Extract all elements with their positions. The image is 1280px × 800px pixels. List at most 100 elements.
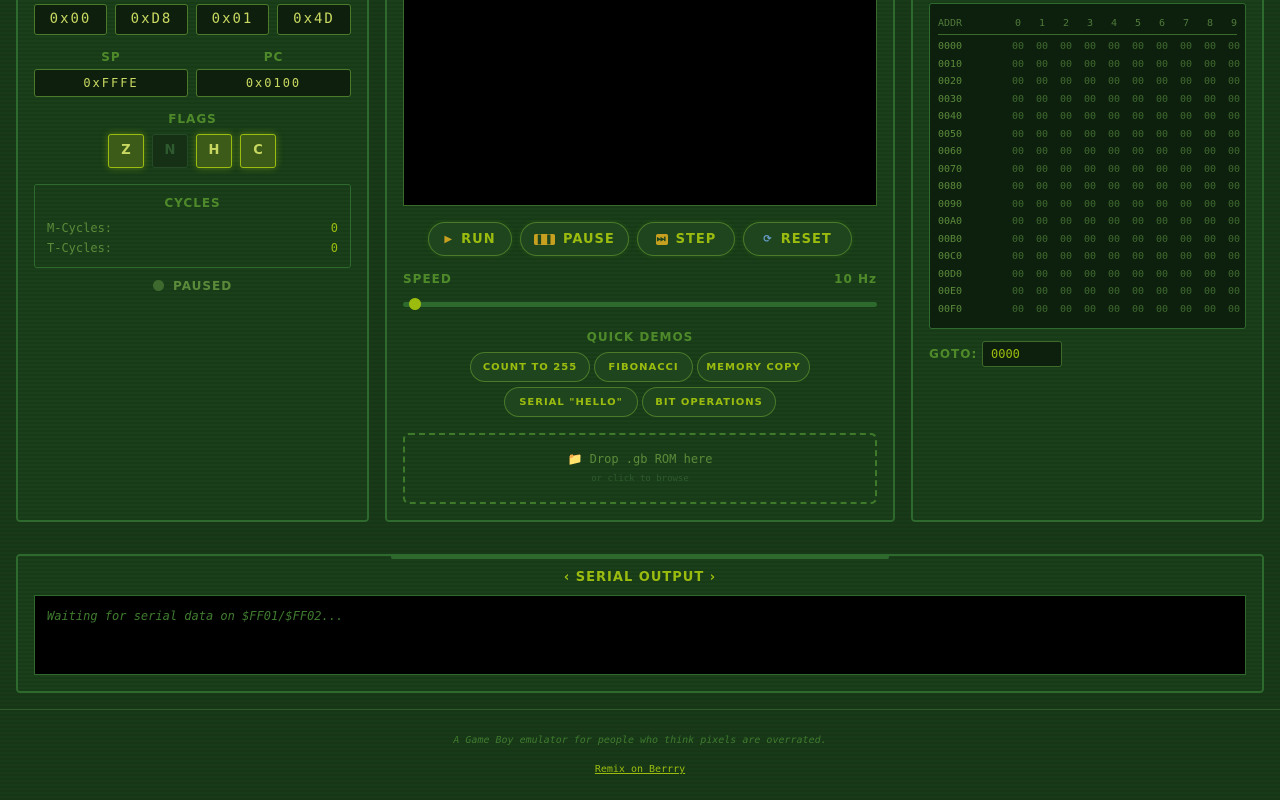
memory-cell[interactable]: 00 (1202, 41, 1218, 52)
demo-bit-operations-button[interactable]: BIT OPERATIONS (642, 387, 776, 417)
memory-cell[interactable]: 00 (1130, 94, 1146, 105)
memory-cell[interactable]: 00 (1130, 129, 1146, 140)
memory-cell[interactable]: 00 (1178, 234, 1194, 245)
memory-cell[interactable]: 00 (1082, 199, 1098, 210)
memory-cell[interactable]: 00 (1106, 304, 1122, 315)
memory-cell[interactable]: 00 (1202, 251, 1218, 262)
memory-cell[interactable]: 00 (1202, 129, 1218, 140)
memory-cell[interactable]: 00 (1178, 251, 1194, 262)
memory-cell[interactable]: 00 (1178, 146, 1194, 157)
memory-cell[interactable]: 00 (1082, 251, 1098, 262)
memory-cell[interactable]: 00 (1178, 304, 1194, 315)
memory-cell[interactable]: 00 (1034, 181, 1050, 192)
memory-cell[interactable]: 00 (1178, 181, 1194, 192)
memory-cell[interactable]: 00 (1058, 41, 1074, 52)
memory-cell[interactable]: 00 (1202, 181, 1218, 192)
memory-cell[interactable]: 00 (1082, 129, 1098, 140)
memory-cell[interactable]: 00 (1226, 111, 1242, 122)
memory-cell[interactable]: 00 (1082, 41, 1098, 52)
memory-cell[interactable]: 00 (1154, 216, 1170, 227)
memory-cell[interactable]: 00 (1202, 164, 1218, 175)
serial-resize-handle[interactable] (391, 555, 889, 559)
memory-cell[interactable]: 00 (1202, 111, 1218, 122)
memory-cell[interactable]: 00 (1058, 286, 1074, 297)
memory-cell[interactable]: 00 (1130, 76, 1146, 87)
memory-cell[interactable]: 00 (1226, 59, 1242, 70)
memory-cell[interactable]: 00 (1010, 199, 1026, 210)
memory-cell[interactable]: 00 (1154, 164, 1170, 175)
memory-cell[interactable]: 00 (1010, 41, 1026, 52)
memory-cell[interactable]: 00 (1034, 199, 1050, 210)
memory-cell[interactable]: 00 (1010, 59, 1026, 70)
demo-fibonacci-button[interactable]: FIBONACCI (594, 352, 693, 382)
memory-cell[interactable]: 00 (1034, 111, 1050, 122)
memory-cell[interactable]: 00 (1154, 94, 1170, 105)
memory-cell[interactable]: 00 (1154, 111, 1170, 122)
memory-cell[interactable]: 00 (1106, 216, 1122, 227)
memory-cell[interactable]: 00 (1178, 216, 1194, 227)
rom-drop-zone[interactable]: 📁 Drop .gb ROM here or click to browse (403, 433, 877, 504)
memory-cell[interactable]: 00 (1226, 234, 1242, 245)
memory-cell[interactable]: 00 (1034, 129, 1050, 140)
memory-cell[interactable]: 00 (1154, 41, 1170, 52)
memory-cell[interactable]: 00 (1058, 269, 1074, 280)
memory-cell[interactable]: 00 (1010, 111, 1026, 122)
memory-cell[interactable]: 00 (1130, 269, 1146, 280)
memory-cell[interactable]: 00 (1010, 76, 1026, 87)
memory-cell[interactable]: 00 (1106, 111, 1122, 122)
memory-cell[interactable]: 00 (1226, 146, 1242, 157)
memory-cell[interactable]: 00 (1010, 181, 1026, 192)
memory-cell[interactable]: 00 (1058, 199, 1074, 210)
memory-cell[interactable]: 00 (1082, 76, 1098, 87)
memory-cell[interactable]: 00 (1106, 76, 1122, 87)
memory-cell[interactable]: 00 (1082, 59, 1098, 70)
memory-cell[interactable]: 00 (1226, 41, 1242, 52)
memory-cell[interactable]: 00 (1058, 111, 1074, 122)
memory-cell[interactable]: 00 (1034, 146, 1050, 157)
memory-cell[interactable]: 00 (1154, 181, 1170, 192)
memory-cell[interactable]: 00 (1010, 216, 1026, 227)
memory-cell[interactable]: 00 (1130, 146, 1146, 157)
memory-cell[interactable]: 00 (1178, 76, 1194, 87)
memory-cell[interactable]: 00 (1154, 59, 1170, 70)
memory-cell[interactable]: 00 (1082, 304, 1098, 315)
memory-cell[interactable]: 00 (1106, 251, 1122, 262)
memory-cell[interactable]: 00 (1034, 94, 1050, 105)
speed-slider-handle[interactable] (408, 298, 421, 310)
memory-cell[interactable]: 00 (1202, 199, 1218, 210)
memory-cell[interactable]: 00 (1178, 41, 1194, 52)
memory-cell[interactable]: 00 (1010, 234, 1026, 245)
memory-cell[interactable]: 00 (1010, 304, 1026, 315)
memory-cell[interactable]: 00 (1082, 286, 1098, 297)
memory-cell[interactable]: 00 (1058, 129, 1074, 140)
memory-cell[interactable]: 00 (1106, 199, 1122, 210)
reset-button[interactable]: ⟳ RESET (743, 222, 852, 256)
memory-cell[interactable]: 00 (1202, 59, 1218, 70)
memory-cell[interactable]: 00 (1130, 111, 1146, 122)
memory-cell[interactable]: 00 (1106, 181, 1122, 192)
memory-cell[interactable]: 00 (1130, 304, 1146, 315)
memory-cell[interactable]: 00 (1010, 146, 1026, 157)
memory-cell[interactable]: 00 (1034, 304, 1050, 315)
memory-cell[interactable]: 00 (1058, 76, 1074, 87)
memory-cell[interactable]: 00 (1106, 129, 1122, 140)
memory-cell[interactable]: 00 (1082, 94, 1098, 105)
demo-memory-copy-button[interactable]: MEMORY COPY (697, 352, 810, 382)
memory-cell[interactable]: 00 (1106, 41, 1122, 52)
memory-cell[interactable]: 00 (1154, 234, 1170, 245)
memory-cell[interactable]: 00 (1178, 129, 1194, 140)
memory-cell[interactable]: 00 (1010, 251, 1026, 262)
step-button[interactable]: ⏭ STEP (637, 222, 735, 256)
memory-cell[interactable]: 00 (1178, 59, 1194, 70)
memory-cell[interactable]: 00 (1058, 234, 1074, 245)
memory-cell[interactable]: 00 (1226, 251, 1242, 262)
memory-cell[interactable]: 00 (1130, 216, 1146, 227)
memory-cell[interactable]: 00 (1178, 94, 1194, 105)
memory-cell[interactable]: 00 (1226, 199, 1242, 210)
memory-cell[interactable]: 00 (1154, 129, 1170, 140)
run-button[interactable]: ▶ RUN (428, 222, 512, 256)
demo-count-button[interactable]: COUNT TO 255 (470, 352, 590, 382)
memory-cell[interactable]: 00 (1058, 164, 1074, 175)
memory-cell[interactable]: 00 (1202, 234, 1218, 245)
memory-cell[interactable]: 00 (1058, 146, 1074, 157)
